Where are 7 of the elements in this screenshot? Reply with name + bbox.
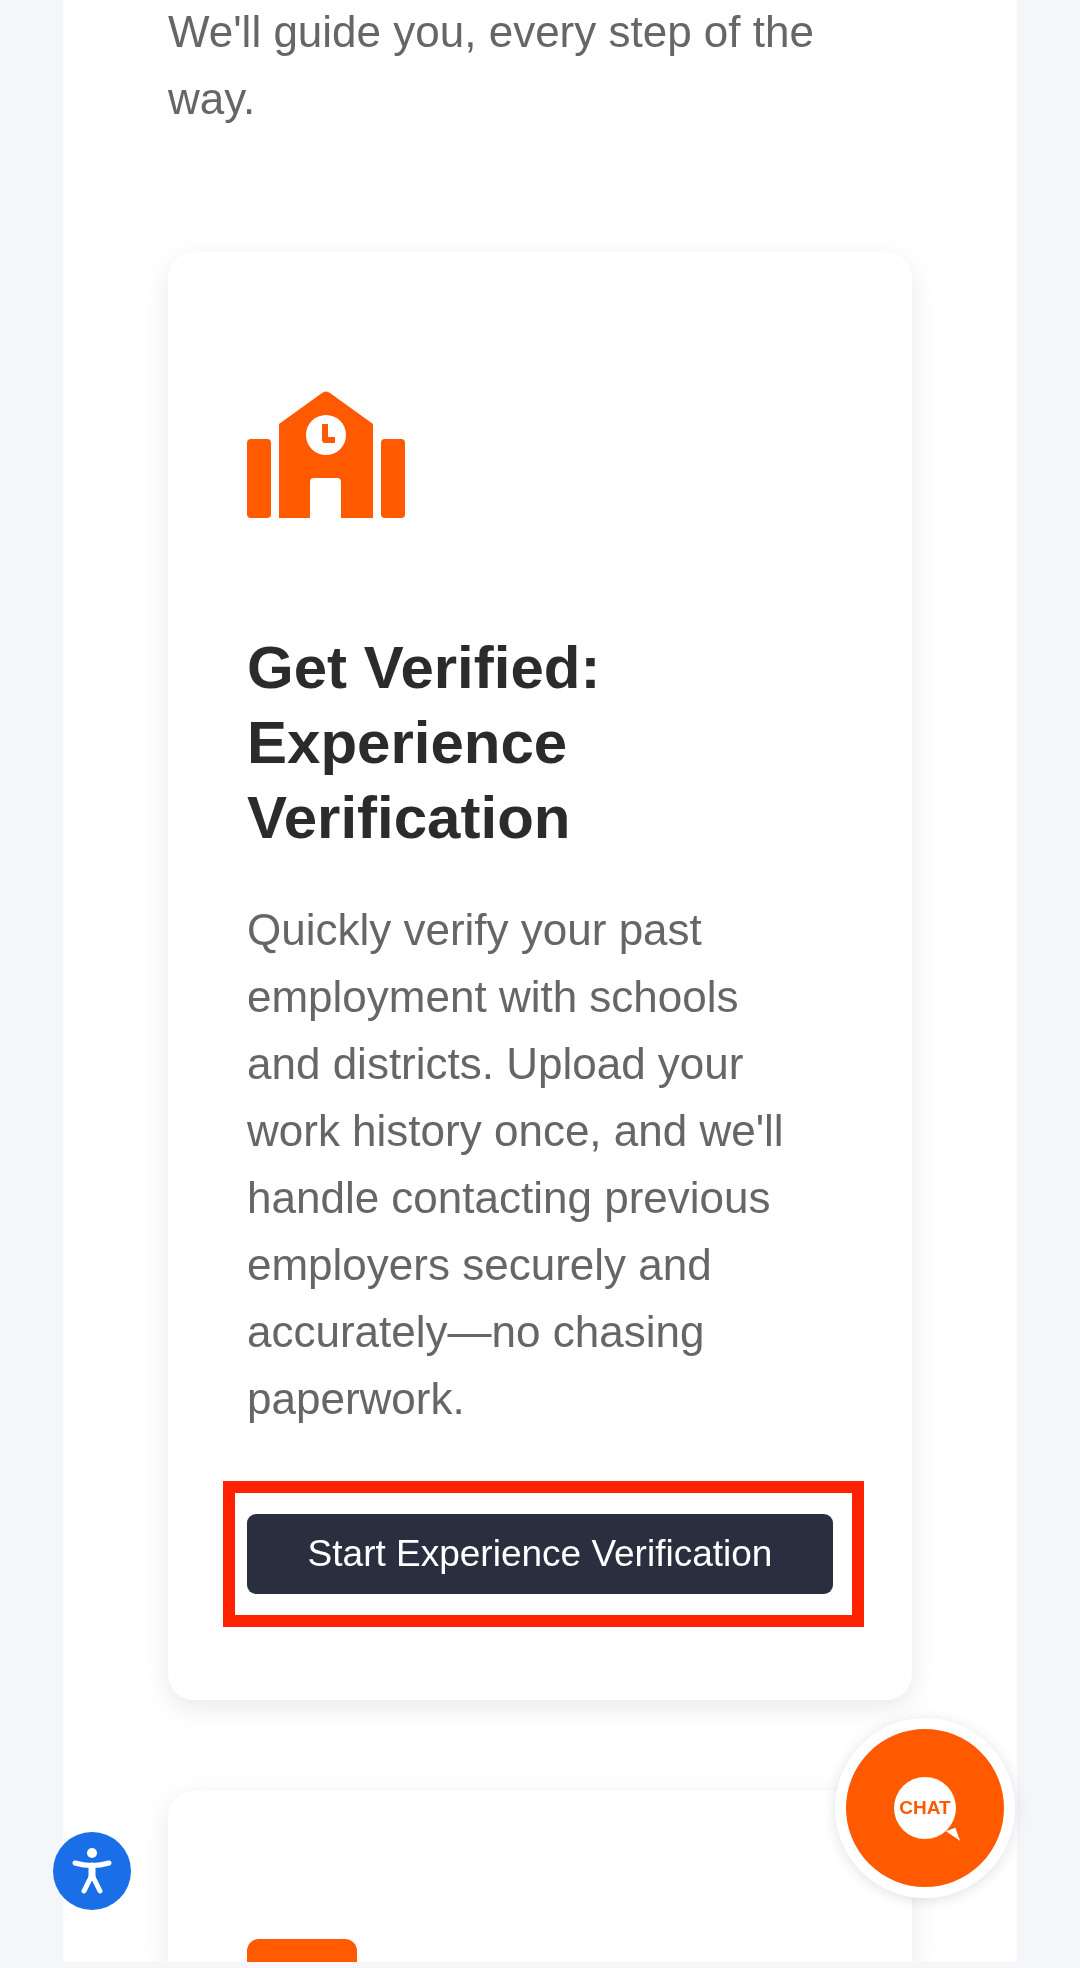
start-verification-button[interactable]: Start Experience Verification [247,1514,833,1594]
card-title: Get Verified: Experience Verification [247,633,602,853]
card-description: Quickly verify your past employment with schools and districts. Upload your work history once, and we'll handle contacting previous employers securely and accurately—no chasing paperwork. [247,904,785,1425]
school-building-icon [247,391,405,518]
accessibility-icon [72,1848,112,1894]
intro-text: We'll guide you, every step of the way. [168,6,815,125]
card-icon [247,1939,357,1962]
